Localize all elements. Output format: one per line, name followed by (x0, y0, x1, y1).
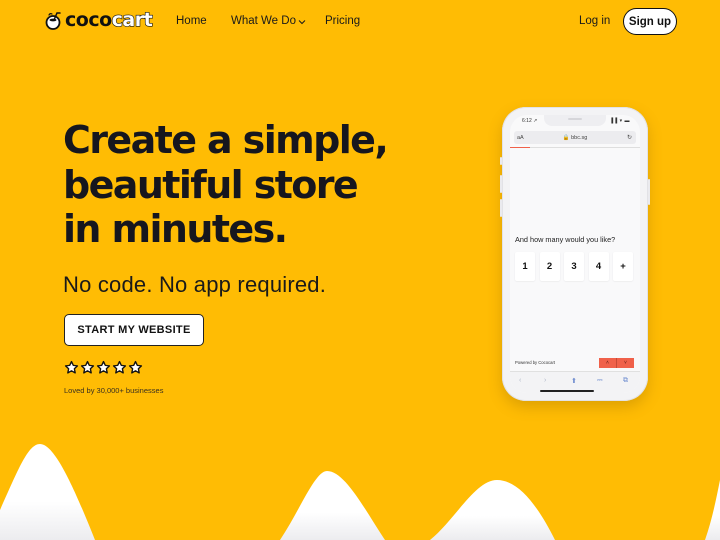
status-time: 6:12 ↗ (522, 118, 538, 124)
logo-text: cococart (65, 9, 153, 31)
url-text: 🔒 bbc.sg (562, 134, 588, 141)
phone-mockup: 6:12 ↗ ▐▐ ▾ ▬ aA 🔒 bbc.sg ↻ And how many… (500, 107, 650, 401)
nav-home[interactable]: Home (176, 15, 207, 28)
phone-side-button (500, 175, 502, 193)
headline-line: in minutes. (63, 207, 288, 251)
hero-headline: Create a simple, beautiful store in minu… (63, 118, 463, 252)
quantity-options: 1 2 3 4 + (515, 252, 633, 281)
headline-line: beautiful store (63, 162, 359, 207)
form-progress-fill (510, 147, 530, 148)
powered-by-text: Powered by Cococart (515, 360, 556, 365)
star-icon (128, 360, 143, 374)
headline-line: Create a simple, (63, 118, 389, 162)
rating-stars (64, 360, 143, 375)
tabs-icon[interactable]: ⧉ (623, 377, 628, 385)
speaker (568, 118, 582, 120)
quantity-option[interactable]: 2 (539, 252, 560, 281)
star-icon (96, 360, 111, 374)
next-question-button[interactable]: ˅ (616, 358, 634, 368)
chevron-down-icon (298, 19, 306, 24)
star-icon (112, 360, 127, 374)
form-nav-buttons: ˄ ˅ (599, 358, 634, 368)
phone-side-button (648, 179, 650, 205)
wave-shape (430, 480, 555, 540)
quantity-option[interactable]: 4 (588, 252, 609, 281)
social-proof-text: Loved by 30,000+ businesses (64, 386, 164, 395)
nav-pricing[interactable]: Pricing (325, 15, 360, 28)
star-icon (80, 360, 95, 374)
quantity-question: And how many would you like? (515, 235, 616, 244)
wave-shape (280, 471, 385, 540)
phone-side-button (500, 199, 502, 217)
wave-shape (0, 444, 95, 540)
top-nav: cococart Home What We Do Pricing Log in … (0, 0, 720, 44)
logo-text-coco: coco (65, 9, 112, 31)
browser-url-bar[interactable]: aA 🔒 bbc.sg ↻ (514, 131, 636, 144)
logo-text-cart: cart (111, 9, 153, 31)
decorative-waves (0, 444, 720, 540)
reload-icon[interactable]: ↻ (627, 134, 632, 141)
signup-button[interactable]: Sign up (623, 8, 677, 35)
nav-what-we-do[interactable]: What We Do (231, 15, 306, 28)
phone-screen: 6:12 ↗ ▐▐ ▾ ▬ aA 🔒 bbc.sg ↻ And how many… (510, 115, 640, 393)
wave-shape (705, 480, 720, 540)
logo-link[interactable]: cococart (44, 9, 153, 31)
star-icon (64, 360, 79, 374)
phone-notch (544, 115, 606, 126)
form-progress-bar (510, 147, 640, 148)
quantity-option-more[interactable]: + (613, 252, 633, 281)
quantity-option[interactable]: 1 (515, 252, 535, 281)
coconut-icon (45, 12, 61, 30)
forward-icon[interactable]: › (544, 377, 546, 384)
nav-what-we-do-label: What We Do (231, 15, 296, 27)
prev-question-button[interactable]: ˄ (599, 358, 616, 368)
quantity-option[interactable]: 3 (564, 252, 584, 281)
back-icon[interactable]: ‹ (519, 377, 521, 384)
start-website-button[interactable]: START MY WEBSITE (64, 314, 204, 346)
share-icon[interactable]: ⬆ (571, 377, 577, 385)
login-link[interactable]: Log in (579, 15, 610, 28)
phone-side-button (500, 157, 502, 165)
hero-subheadline: No code. No app required. (63, 272, 327, 297)
bookmarks-icon[interactable]: ⎓ (597, 377, 603, 385)
home-indicator (540, 390, 594, 392)
status-icons: ▐▐ ▾ ▬ (609, 118, 630, 124)
